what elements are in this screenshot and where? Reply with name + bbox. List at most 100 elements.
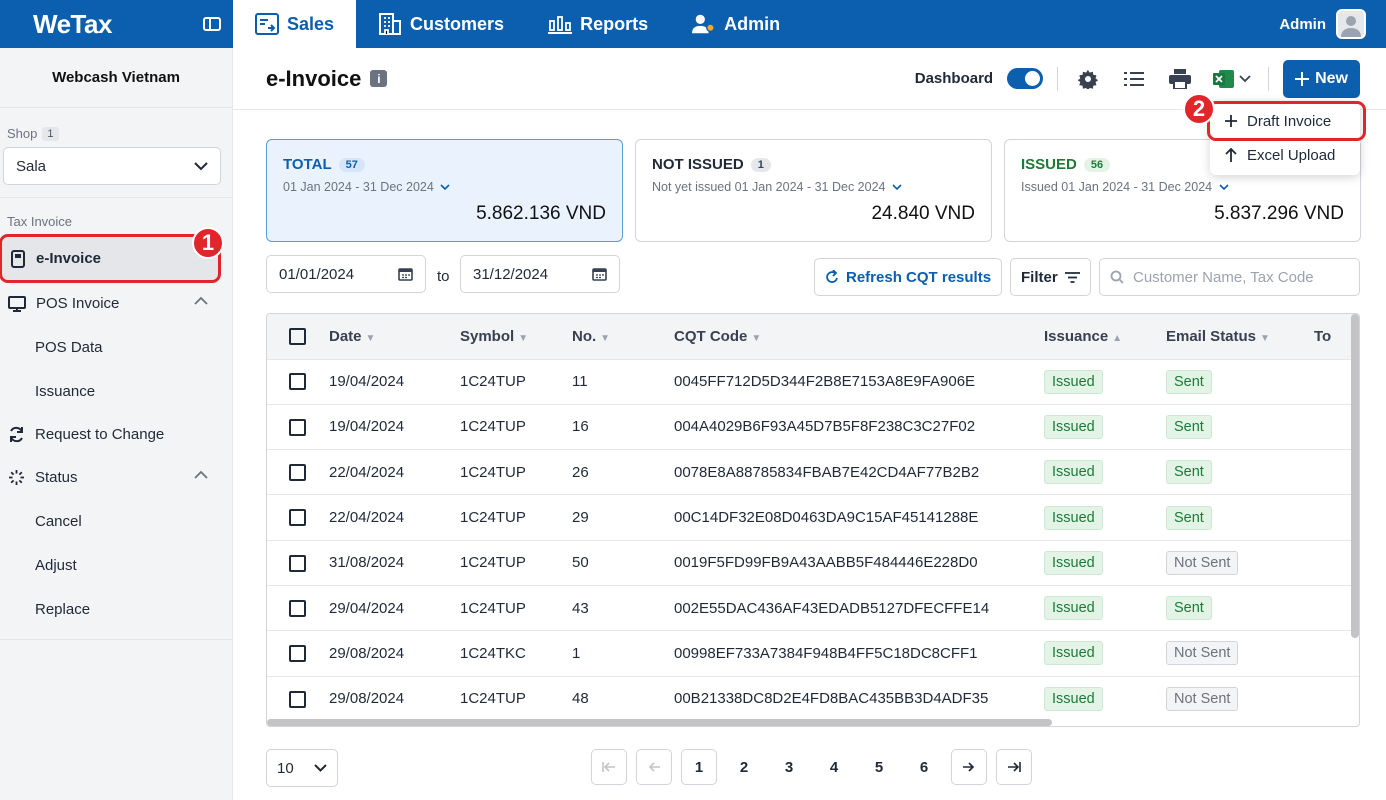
sidebar-item-issuance[interactable]: Issuance (0, 369, 232, 413)
card-total[interactable]: TOTAL 57 01 Jan 2024 - 31 Dec 2024 5.862… (266, 139, 623, 242)
row-checkbox[interactable] (289, 599, 306, 617)
column-header-no[interactable]: No. ▼ (572, 314, 674, 359)
page-button-1[interactable]: 1 (681, 749, 717, 785)
column-header-date[interactable]: Date ▼ (329, 314, 460, 359)
issuance-badge: Issued (1044, 414, 1103, 439)
cell-symbol: 1C24TKC (460, 644, 526, 662)
list-view-button[interactable] (1118, 63, 1150, 95)
sort-icon: ▲ (1112, 332, 1123, 344)
search-input[interactable]: Customer Name, Tax Code (1099, 258, 1360, 296)
email-status-badge: Not Sent (1166, 686, 1239, 711)
card-date-range[interactable]: Issued 01 Jan 2024 - 31 Dec 2024 (1021, 180, 1344, 194)
cell-no: 11 (572, 373, 588, 391)
nav-customers[interactable]: Customers (356, 0, 526, 48)
issuance-badge: Issued (1044, 550, 1103, 575)
arrow-up-icon (1225, 148, 1237, 162)
first-page-button[interactable] (591, 749, 627, 785)
nav-sales[interactable]: Sales (233, 0, 357, 48)
cell-cqt-code: 00C14DF32E08D0463DA9C15AF45141288E (674, 509, 979, 527)
table-row[interactable]: 22/04/2024 1C24TUP 26 0078E8A88785834FBAB7E… (267, 449, 1359, 495)
print-button[interactable] (1164, 63, 1196, 95)
row-checkbox[interactable] (289, 690, 306, 708)
card-date-range[interactable]: 01 Jan 2024 - 31 Dec 2024 (283, 180, 606, 194)
date-from-input[interactable]: 01/01/2024 (266, 255, 426, 293)
sidebar-item-cancel[interactable]: Cancel (0, 499, 232, 543)
cell-email-status: Sent (1166, 359, 1314, 404)
chevron-down-icon (892, 184, 902, 191)
page-button-5[interactable]: 5 (861, 749, 897, 785)
vertical-scrollbar[interactable] (1351, 314, 1359, 638)
draft-invoice-label: Draft Invoice (1247, 112, 1332, 130)
cell-email-status: Sent (1166, 495, 1314, 540)
table-row[interactable]: 29/08/2024 1C24TUP 48 00B21338DC8D2E4FD8BAC… (267, 676, 1359, 721)
excel-icon (1213, 69, 1235, 88)
column-header-cqt-code[interactable]: CQT Code ▼ (674, 314, 1044, 359)
column-header-issuance[interactable]: Issuance ▲ (1044, 314, 1166, 359)
row-checkbox[interactable] (289, 509, 306, 527)
divider (1268, 66, 1270, 91)
column-header-symbol[interactable]: Symbol ▼ (460, 314, 572, 359)
table-row[interactable]: 29/08/2024 1C24TKC 1 00998EF733A7384F948B4F… (267, 630, 1359, 676)
table-row[interactable]: 31/08/2024 1C24TUP 50 0019F5FD99FB9A43AABB5… (267, 540, 1359, 585)
page-button-3[interactable]: 3 (771, 749, 807, 785)
row-checkbox[interactable] (289, 645, 306, 663)
sidebar-item-label: POS Invoice (36, 295, 120, 312)
logo[interactable]: WeTax (33, 9, 112, 40)
shop-label-text: Shop (7, 126, 38, 141)
cell-symbol: 1C24TUP (460, 509, 526, 527)
table-row[interactable]: 22/04/2024 1C24TUP 29 00C14DF32E08D0463DA9C… (267, 494, 1359, 540)
last-page-button[interactable] (996, 749, 1032, 785)
sidebar-item-request-change[interactable]: Request to Change (0, 413, 232, 456)
first-page-icon (602, 762, 615, 772)
cell-date: 29/04/2024 (329, 599, 405, 617)
sidebar-toggle-icon[interactable] (203, 17, 221, 31)
draft-invoice-item[interactable]: Draft Invoice (1207, 101, 1366, 141)
nav-reports[interactable]: Reports (526, 0, 670, 48)
table-row[interactable]: 19/04/2024 1C24TUP 16 004A4029B6F93A45D7B5F… (267, 404, 1359, 449)
filter-button[interactable]: Filter (1010, 258, 1091, 296)
date-to-input[interactable]: 31/12/2024 (460, 255, 620, 293)
row-checkbox[interactable] (289, 464, 306, 481)
info-icon[interactable]: i (370, 70, 388, 87)
logo-area: WeTax (0, 0, 233, 48)
filter-icon (1064, 271, 1080, 283)
refresh-cqt-button[interactable]: Refresh CQT results (814, 258, 1003, 296)
new-button[interactable]: New (1283, 59, 1360, 98)
sidebar-item-pos-invoice[interactable]: POS Invoice (0, 282, 232, 325)
table-row[interactable]: 19/04/2024 1C24TUP 11 0045FF712D5D344F2B8E7… (267, 359, 1359, 404)
nav-admin[interactable]: Admin (670, 0, 802, 48)
sidebar-item-replace[interactable]: Replace (0, 587, 232, 631)
cell-symbol: 1C24TUP (460, 554, 526, 572)
sidebar-item-label: e-Invoice (36, 250, 102, 267)
table-row[interactable]: 29/04/2024 1C24TUP 43 002E55DAC436AF43EDADB… (267, 585, 1359, 630)
card-not-issued[interactable]: NOT ISSUED 1 Not yet issued 01 Jan 2024 … (635, 139, 992, 242)
count-badge: 57 (338, 157, 365, 172)
sidebar-item-einvoice[interactable]: e-Invoice (0, 234, 221, 283)
user-menu[interactable]: Admin (1279, 9, 1386, 39)
page-size-select[interactable]: 10 (266, 749, 338, 787)
settings-button[interactable] (1072, 63, 1104, 95)
sort-icon: ▼ (365, 332, 376, 344)
cell-date: 19/04/2024 (329, 418, 405, 436)
row-checkbox[interactable] (289, 418, 306, 436)
horizontal-scrollbar[interactable] (267, 719, 1052, 726)
sidebar-item-adjust[interactable]: Adjust (0, 543, 232, 587)
next-page-button[interactable] (951, 749, 987, 785)
shop-select[interactable]: Sala (3, 147, 221, 185)
page-button-4[interactable]: 4 (816, 749, 852, 785)
excel-export-button[interactable] (1210, 63, 1254, 95)
cell-cqt-code: 002E55DAC436AF43EDADB5127DFECFFE14 (674, 599, 990, 617)
page-button-6[interactable]: 6 (906, 749, 942, 785)
sidebar-item-pos-data[interactable]: POS Data (0, 325, 232, 369)
column-header-email-status[interactable]: Email Status ▼ (1166, 314, 1314, 359)
dashboard-toggle[interactable] (1007, 68, 1044, 89)
sidebar-item-status[interactable]: Status (0, 456, 232, 499)
select-all-checkbox[interactable] (289, 328, 306, 346)
card-date-range[interactable]: Not yet issued 01 Jan 2024 - 31 Dec 2024 (652, 180, 975, 194)
row-checkbox[interactable] (289, 373, 306, 391)
page-button-2[interactable]: 2 (726, 749, 762, 785)
row-checkbox[interactable] (289, 554, 306, 572)
step-marker-1: 1 (192, 227, 224, 259)
excel-upload-item[interactable]: Excel Upload (1210, 138, 1360, 172)
prev-page-button[interactable] (636, 749, 672, 785)
